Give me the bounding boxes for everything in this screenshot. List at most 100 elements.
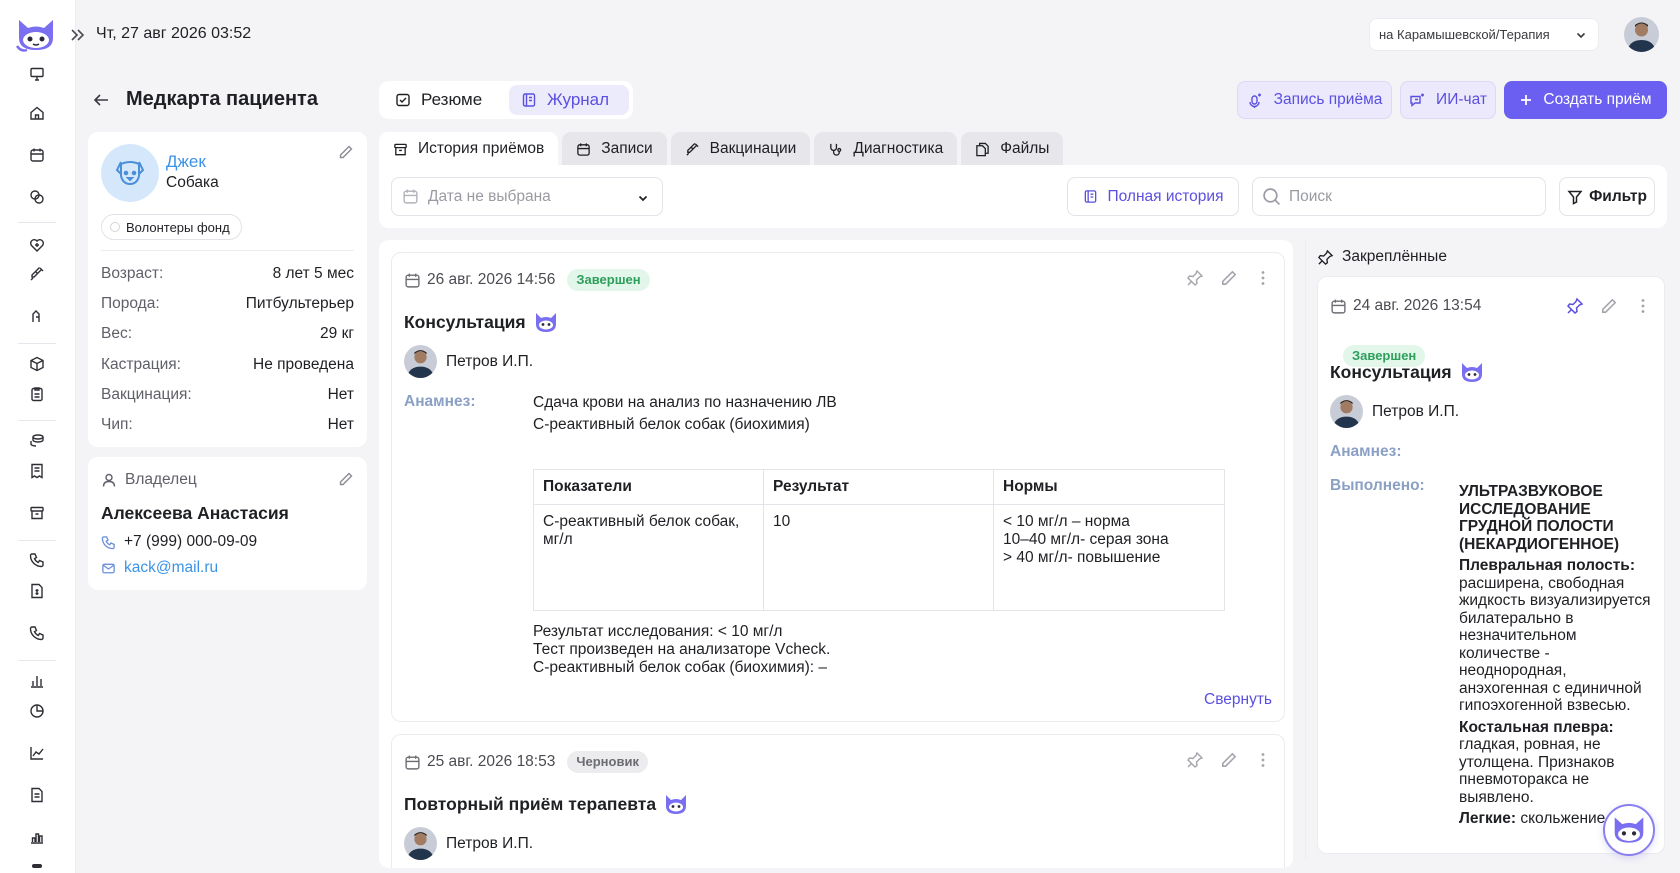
archive-icon[interactable] (28, 504, 46, 522)
ai-chat-icon (1410, 93, 1425, 107)
pin-icon[interactable] (1186, 269, 1204, 287)
bar-chart-icon[interactable] (28, 672, 46, 690)
anamnesis-line: С-реактивный белок собак (биохимия) (533, 416, 810, 433)
search-input[interactable] (1289, 187, 1529, 206)
stethoscope-icon (830, 143, 842, 156)
procedure-text: УЛЬТРАЗВУКОВОЕ ИССЛЕДОВАНИЕ ГРУДНОЙ ПОЛО… (1459, 483, 1651, 827)
edit-pencil-icon[interactable] (1220, 269, 1238, 287)
edit-pencil-icon[interactable] (1600, 297, 1618, 315)
cat-logo-icon[interactable] (15, 16, 57, 54)
chevron-down-icon (1576, 32, 1586, 39)
ai-cat-icon (1461, 363, 1482, 382)
done-label: Выполнено: (1330, 477, 1425, 494)
record-visit-label: Запись приёма (1273, 91, 1383, 108)
patient-field-vaccination: Вакцинация: Нет (101, 386, 354, 403)
view-journal-label: Журнал (547, 90, 610, 109)
doctor-avatar (404, 827, 437, 860)
edit-pencil-icon[interactable] (338, 144, 354, 160)
syringe-icon[interactable] (28, 265, 46, 283)
more-vertical-icon[interactable] (1254, 269, 1272, 287)
table-cell: 10 (763, 504, 994, 611)
pie-chart-icon[interactable] (28, 702, 46, 720)
filter-button[interactable]: Фильтр (1559, 177, 1655, 216)
view-journal[interactable]: Журнал (509, 85, 629, 115)
clipboard-icon[interactable] (28, 385, 46, 403)
doctor-avatar (404, 345, 437, 378)
patient-name[interactable]: Джек (166, 152, 206, 172)
back-arrow-icon[interactable] (91, 90, 111, 110)
pets-icon[interactable] (28, 188, 46, 206)
patient-avatar (101, 144, 159, 202)
call-icon[interactable] (28, 624, 46, 642)
home-icon[interactable] (28, 104, 46, 122)
record-tabs: История приёмов Записи Вакцинации Диагно… (379, 132, 1067, 166)
view-summary[interactable]: Резюме (383, 85, 502, 115)
branch-select[interactable]: на Карамышевской/Терапия (1369, 18, 1599, 51)
patient-field-castration: Кастрация: Не проведена (101, 356, 354, 373)
tab-files[interactable]: Файлы (961, 132, 1064, 166)
full-history-button[interactable]: Полная история (1067, 177, 1239, 216)
record-visit-button[interactable]: Запись приёма (1237, 81, 1392, 119)
pin-icon (1318, 249, 1334, 265)
monitor-icon[interactable] (28, 65, 46, 83)
patient-tag-label: Волонтеры фонд (126, 219, 230, 235)
receipt-icon[interactable] (28, 462, 46, 480)
phone-icon[interactable] (28, 551, 46, 569)
create-visit-label: Создать приём (1543, 91, 1652, 108)
more-vertical-icon[interactable] (1254, 751, 1272, 769)
tab-diagnostics[interactable]: Диагностика (814, 132, 958, 166)
owner-email[interactable]: kack@mail.ru (124, 559, 218, 577)
visit-date: 26 авг. 2026 14:56 Завершен (404, 269, 650, 291)
visit-card: 25 авг. 2026 18:53 Черновик Повторный пр… (391, 734, 1285, 868)
pin-icon[interactable] (1186, 751, 1204, 769)
hand-coin-icon[interactable] (28, 307, 46, 325)
owner-card: Владелец Алексеева Анастасия +7 (999) 00… (88, 457, 367, 590)
assistant-fab[interactable] (1603, 804, 1655, 856)
stats-icon[interactable] (28, 828, 46, 846)
edit-pencil-icon[interactable] (1220, 751, 1238, 769)
result-line: Тест произведен на анализаторе Vcheck. (533, 641, 831, 658)
visit-actions (1566, 297, 1652, 315)
visit-title: Консультация (404, 311, 558, 333)
calendar-icon[interactable] (28, 146, 46, 164)
result-line: Результат исследования: < 10 мг/л (533, 623, 783, 640)
visit-doctor: Петров И.П. (404, 827, 533, 860)
expand-sidebar-icon[interactable] (69, 26, 87, 44)
trend-icon[interactable] (28, 744, 46, 762)
date-select[interactable]: Дата не выбрана (391, 177, 663, 216)
calendar-icon (577, 142, 590, 156)
tab-visit-history[interactable]: История приёмов (379, 132, 559, 166)
report-icon[interactable] (28, 786, 46, 804)
search-box (1252, 177, 1546, 216)
edit-pencil-icon[interactable] (338, 471, 354, 487)
collapse-link[interactable]: Свернуть (1204, 691, 1272, 709)
result-line: С-реактивный белок собак (биохимия): – (533, 659, 827, 676)
full-history-label: Полная история (1107, 187, 1224, 205)
more-vertical-icon[interactable] (1634, 297, 1652, 315)
patient-card: Джек Собака Волонтеры фонд Возраст: 8 лет… (88, 132, 367, 447)
create-visit-button[interactable]: Создать приём (1504, 81, 1667, 119)
files-icon (976, 142, 989, 156)
box-icon[interactable] (28, 355, 46, 373)
tab-vaccinations[interactable]: Вакцинации (670, 132, 811, 166)
filter-bar: Дата не выбрана Полная история Фильтр (379, 165, 1667, 228)
ai-cat-icon (535, 313, 556, 332)
pin-active-icon[interactable] (1566, 297, 1584, 315)
table-cell-norms: < 10 мг/л – норма 10–40 мг/л- серая зона… (993, 504, 1225, 611)
patient-tag[interactable]: Волонтеры фонд (101, 214, 242, 240)
divider (101, 250, 354, 251)
document-dollar-icon[interactable] (28, 582, 46, 600)
heart-plus-icon[interactable] (28, 236, 46, 254)
visit-actions (1186, 269, 1272, 287)
tab-appointments[interactable]: Записи (562, 132, 667, 166)
filter-icon (1567, 190, 1583, 205)
patient-field-chip: Чип: Нет (101, 416, 354, 433)
anamnesis-line: Сдача крови на анализ по назначению ЛВ (533, 394, 837, 411)
coins-icon[interactable] (28, 432, 46, 450)
dog-icon (115, 161, 145, 186)
user-avatar[interactable] (1624, 17, 1659, 52)
cat-assistant-icon (1614, 817, 1644, 843)
ai-chat-button[interactable]: ИИ-чат (1400, 81, 1496, 119)
table-cell: С-реактивный белок собак, мг/л (533, 504, 764, 611)
owner-phone[interactable]: +7 (999) 000-09-09 (124, 533, 257, 551)
